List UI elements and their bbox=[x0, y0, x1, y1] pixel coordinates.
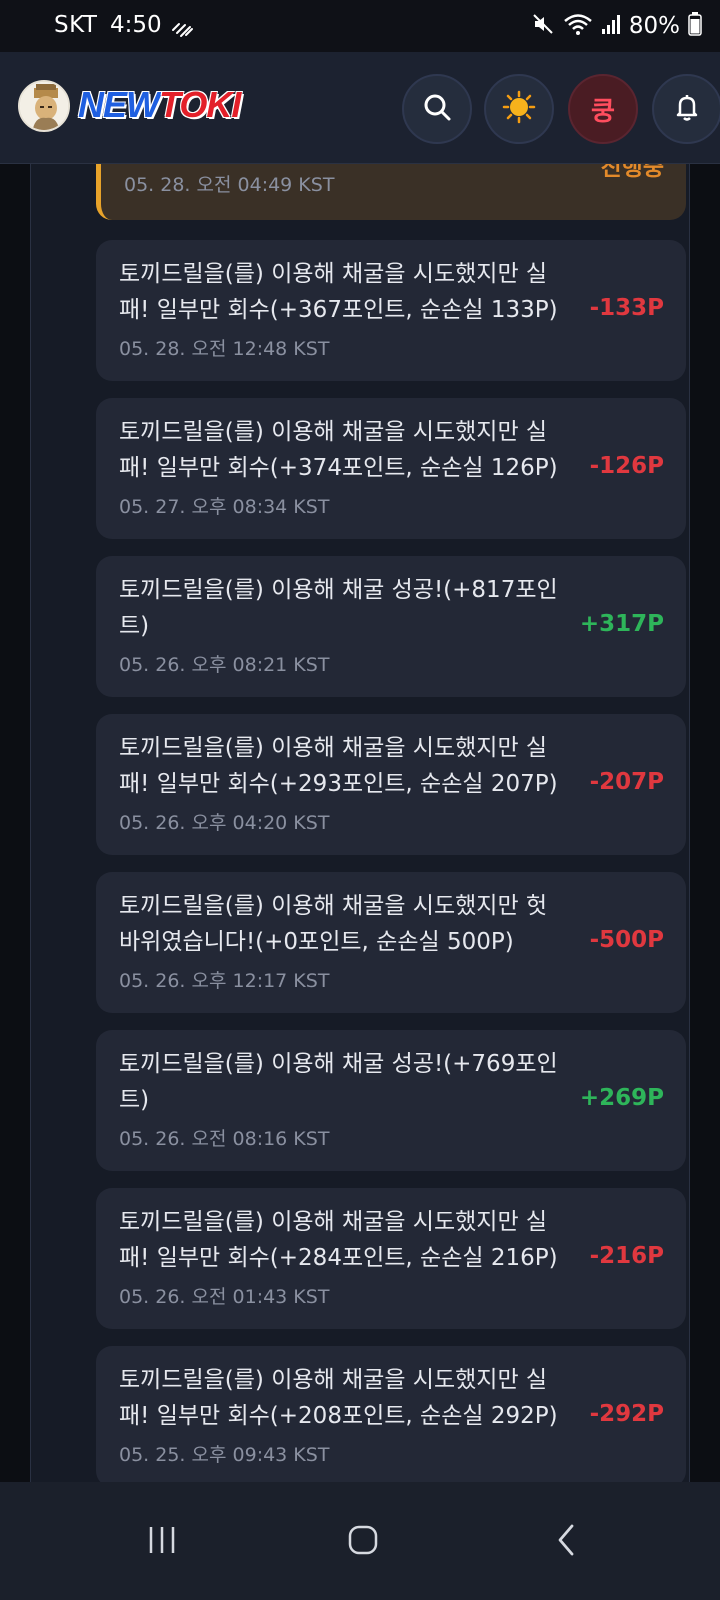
history-item-message: 토끼드릴을(를) 이용해 채굴을 시도했지만 실패! 일부만 회수(+374포인… bbox=[119, 419, 558, 481]
history-item-date: 05. 27. 오후 08:34 KST bbox=[119, 496, 330, 518]
history-item[interactable]: 토끼드릴을(를) 이용해 채굴을 시도했지만 실패! 일부만 회수(+293포인… bbox=[96, 714, 686, 855]
notifications-button[interactable] bbox=[652, 74, 720, 144]
history-item-date: 05. 26. 오전 08:16 KST bbox=[119, 1128, 330, 1150]
history-panel[interactable]: 진행중 05. 28. 오전 04:49 KST 토끼드릴을(를) 이용해 채굴… bbox=[30, 154, 690, 1544]
home-button[interactable] bbox=[341, 1520, 385, 1564]
history-item-message: 토끼드릴을(를) 이용해 채굴을 시도했지만 실패! 일부만 회수(+284포인… bbox=[119, 1209, 558, 1271]
search-icon bbox=[422, 92, 452, 126]
history-item-amount: -133P bbox=[589, 295, 664, 321]
signal-icon bbox=[601, 13, 621, 39]
history-item[interactable]: 토끼드릴을(를) 이용해 채굴을 시도했지만 헛바위였습니다!(+0포인트, 순… bbox=[96, 872, 686, 1013]
carrier-label: SKT bbox=[54, 12, 98, 38]
history-item-message: 토끼드릴을(를) 이용해 채굴 성공!(+769포인트) bbox=[119, 1051, 558, 1113]
kung-button[interactable]: 쿵 bbox=[568, 74, 638, 144]
history-item-date: 05. 26. 오후 12:17 KST bbox=[119, 970, 330, 992]
history-item-amount: -292P bbox=[589, 1401, 664, 1427]
mascot-logo-icon[interactable] bbox=[18, 80, 70, 132]
wifi-icon bbox=[563, 12, 593, 40]
history-item-date: 05. 25. 오후 09:43 KST bbox=[119, 1444, 330, 1466]
history-item-amount: -500P bbox=[589, 927, 664, 953]
recent-apps-button[interactable] bbox=[140, 1520, 184, 1564]
status-icons: 80% bbox=[531, 12, 702, 40]
logo-text-new: NEW bbox=[78, 84, 160, 125]
history-item[interactable]: 토끼드릴을(를) 이용해 채굴을 시도했지만 실패! 일부만 회수(+284포인… bbox=[96, 1188, 686, 1329]
recent-apps-icon bbox=[146, 1525, 178, 1559]
history-item-amount: +317P bbox=[579, 611, 664, 637]
kung-label: 쿵 bbox=[591, 96, 615, 127]
right-gutter bbox=[690, 164, 720, 1482]
status-bar: SKT 4:50 80% bbox=[0, 0, 720, 52]
history-item-message: 토끼드릴을(를) 이용해 채굴 성공!(+817포인트) bbox=[119, 577, 558, 639]
history-item[interactable]: 토끼드릴을(를) 이용해 채굴을 시도했지만 실패! 일부만 회수(+208포인… bbox=[96, 1346, 686, 1487]
history-item[interactable]: 토끼드릴을(를) 이용해 채굴 성공!(+817포인트) 05. 26. 오후 … bbox=[96, 556, 686, 697]
mute-icon bbox=[531, 12, 555, 40]
history-item-amount: -216P bbox=[589, 1243, 664, 1269]
history-item-message: 토끼드릴을(를) 이용해 채굴을 시도했지만 헛바위였습니다!(+0포인트, 순… bbox=[119, 893, 548, 955]
history-item-message: 토끼드릴을(를) 이용해 채굴을 시도했지만 실패! 일부만 회수(+208포인… bbox=[119, 1367, 558, 1429]
history-item[interactable]: 토끼드릴을(를) 이용해 채굴을 시도했지만 실패! 일부만 회수(+374포인… bbox=[96, 398, 686, 539]
app-root: SKT 4:50 80% NEWTOKI 쿵 진행중 05. 28. 오전 04… bbox=[0, 0, 720, 1600]
sun-icon bbox=[502, 90, 536, 128]
site-header: NEWTOKI 쿵 bbox=[0, 52, 720, 164]
history-item-date: 05. 28. 오전 12:48 KST bbox=[119, 338, 330, 360]
left-gutter bbox=[0, 164, 30, 1482]
activity-icon bbox=[170, 16, 194, 38]
history-item-message: 토끼드릴을(를) 이용해 채굴을 시도했지만 실패! 일부만 회수(+367포인… bbox=[119, 261, 558, 323]
logo-text-toki: TOKI bbox=[159, 84, 241, 125]
history-item-amount: -126P bbox=[589, 453, 664, 479]
history-item-amount: +269P bbox=[579, 1085, 664, 1111]
history-item-date: 05. 26. 오전 01:43 KST bbox=[119, 1286, 330, 1308]
history-item[interactable]: 토끼드릴을(를) 이용해 채굴을 시도했지만 실패! 일부만 회수(+367포인… bbox=[96, 240, 686, 381]
search-button[interactable] bbox=[402, 74, 472, 144]
home-icon bbox=[347, 1524, 379, 1560]
back-button[interactable] bbox=[544, 1520, 588, 1564]
history-item-date: 05. 28. 오전 04:49 KST bbox=[124, 174, 335, 196]
battery-icon bbox=[688, 12, 702, 40]
site-logo[interactable]: NEWTOKI bbox=[78, 84, 241, 126]
system-nav-bar bbox=[0, 1482, 720, 1600]
history-item-amount: -207P bbox=[589, 769, 664, 795]
theme-toggle-button[interactable] bbox=[484, 74, 554, 144]
history-item-date: 05. 26. 오후 08:21 KST bbox=[119, 654, 330, 676]
history-item-date: 05. 26. 오후 04:20 KST bbox=[119, 812, 330, 834]
history-item[interactable]: 토끼드릴을(를) 이용해 채굴 성공!(+769포인트) 05. 26. 오전 … bbox=[96, 1030, 686, 1171]
battery-percent: 80% bbox=[628, 13, 680, 39]
history-item-message: 토끼드릴을(를) 이용해 채굴을 시도했지만 실패! 일부만 회수(+293포인… bbox=[119, 735, 558, 797]
back-icon bbox=[554, 1523, 578, 1561]
clock: 4:50 bbox=[110, 12, 162, 38]
bell-icon bbox=[672, 92, 702, 126]
